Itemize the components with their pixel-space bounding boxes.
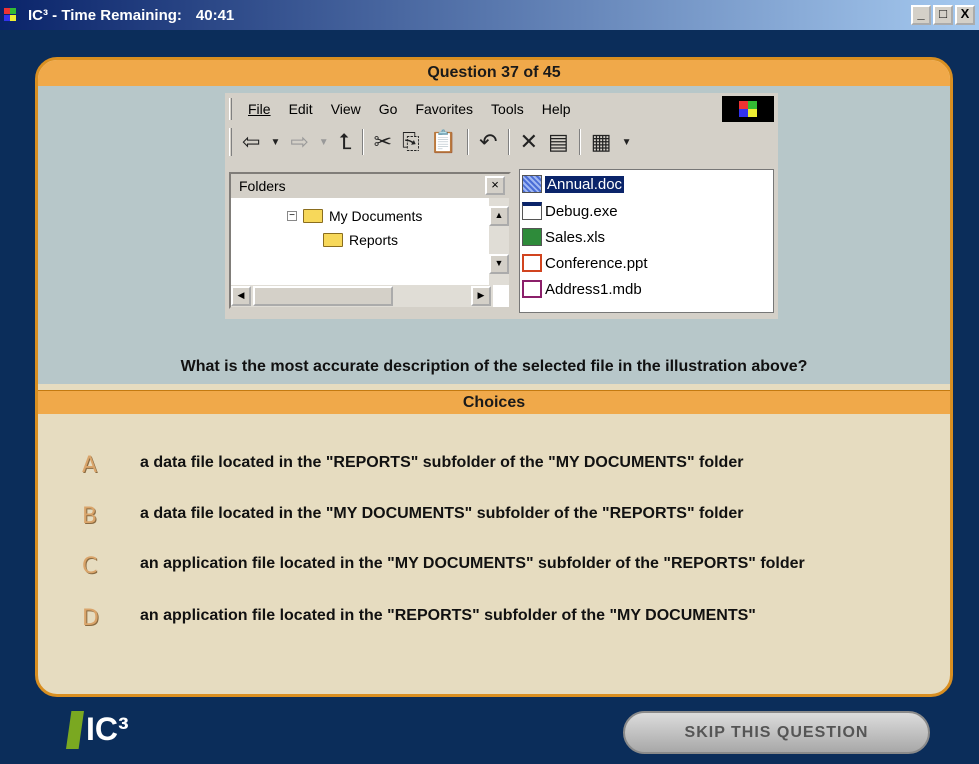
choice-letter: D — [82, 606, 99, 631]
views-dropdown-icon: ▼ — [621, 136, 632, 148]
explorer-toolbar: ⇦ ▼ ⇨ ▼ ⮤ ✂ ⎘ 📋 ↶ ✕ ▤ ▦ ▼ — [229, 125, 642, 159]
window-controls: _ □ X — [911, 5, 975, 25]
menu-go: Go — [378, 101, 398, 117]
horizontal-scrollbar: ◀ ▶ — [231, 285, 493, 307]
file-name: Conference.ppt — [545, 254, 648, 272]
ic3-logo: IC³ — [66, 707, 136, 751]
menu-view: View — [330, 101, 361, 117]
cut-icon: ✂ — [373, 129, 393, 154]
spreadsheet-icon — [522, 228, 542, 246]
skip-question-button[interactable]: SKIP THIS QUESTION — [623, 711, 930, 754]
choice-letter: A — [82, 453, 98, 478]
copy-icon: ⎘ — [402, 129, 420, 154]
question-text: What is the most accurate description of… — [180, 358, 808, 375]
scroll-down-icon: ▼ — [489, 254, 509, 274]
app-icon — [4, 6, 26, 24]
explorer-menubar: File Edit View Go Favorites Tools Help — [229, 95, 589, 123]
application-icon — [522, 202, 542, 220]
tree-label: Reports — [349, 232, 399, 248]
up-folder-icon: ⮤ — [338, 129, 352, 154]
file-list: Annual.doc Debug.exe Sales.xls Conferenc… — [519, 169, 774, 313]
document-icon — [522, 175, 542, 193]
folders-pane-title: Folders — [231, 174, 509, 198]
back-icon: ⇦ — [242, 129, 261, 154]
scroll-left-icon: ◀ — [231, 286, 251, 306]
window-title: IC³ - Time Remaining: — [28, 6, 182, 24]
properties-icon: ▤ — [548, 129, 569, 154]
close-button[interactable]: X — [955, 5, 975, 25]
menu-tools: Tools — [491, 101, 524, 117]
window-titlebar: IC³ - Time Remaining: 40:41 _ □ X — [0, 0, 979, 30]
presentation-icon — [522, 254, 542, 272]
back-dropdown-icon: ▼ — [270, 136, 281, 148]
choice-text: an application file located in the "REPO… — [140, 607, 756, 624]
file-name: Sales.xls — [545, 228, 606, 246]
vertical-scrollbar: ▲ ▼ — [489, 198, 509, 285]
file-item-annual-doc: Annual.doc — [522, 173, 625, 195]
views-icon: ▦ — [590, 129, 612, 154]
database-icon — [522, 280, 542, 298]
menu-edit: Edit — [288, 101, 313, 117]
paste-icon: 📋 — [429, 129, 458, 154]
folders-pane: Folders × − My Documents Reports ▲ ▼ ◀ ▶ — [229, 172, 511, 309]
choice-a[interactable]: A a data file located in the "REPORTS" s… — [82, 453, 922, 478]
folder-icon — [323, 233, 343, 247]
forward-icon: ⇨ — [290, 129, 309, 154]
choice-text: a data file located in the "MY DOCUMENTS… — [140, 505, 744, 522]
choice-text: a data file located in the "REPORTS" sub… — [140, 454, 744, 471]
question-header: Question 37 of 45 — [38, 60, 950, 86]
tree-item-my-documents: − My Documents — [287, 208, 422, 224]
time-remaining: 40:41 — [195, 6, 235, 24]
question-panel: Question 37 of 45 File Edit View Go Favo… — [35, 57, 953, 697]
maximize-button[interactable]: □ — [933, 5, 953, 25]
folders-close-icon: × — [485, 176, 505, 195]
folder-open-icon — [303, 209, 323, 223]
toolbar-separator — [578, 129, 581, 155]
forward-dropdown-icon: ▼ — [318, 136, 329, 148]
choice-letter: B — [82, 504, 98, 529]
menubar-grip — [229, 98, 232, 120]
scroll-right-icon: ▶ — [471, 286, 491, 306]
scroll-up-icon: ▲ — [489, 206, 509, 226]
logo-text: IC³ — [86, 711, 129, 747]
windows-logo-icon — [722, 96, 774, 122]
explorer-illustration: File Edit View Go Favorites Tools Help ⇦… — [225, 93, 778, 319]
file-name: Debug.exe — [545, 202, 618, 220]
file-name: Annual.doc — [545, 175, 625, 193]
file-item-sales-xls: Sales.xls — [522, 226, 605, 248]
file-item-conference-ppt: Conference.ppt — [522, 252, 648, 274]
tree-label: My Documents — [329, 208, 423, 224]
delete-icon: ✕ — [519, 129, 538, 154]
toolbar-separator — [361, 129, 364, 155]
toolbar-separator — [507, 129, 510, 155]
choice-c[interactable]: C an application file located in the "MY… — [82, 554, 922, 579]
menu-favorites: Favorites — [415, 101, 474, 117]
tree-item-reports: Reports — [323, 232, 398, 248]
file-name: Address1.mdb — [545, 280, 642, 298]
toolbar-grip — [229, 128, 232, 156]
choice-b[interactable]: B a data file located in the "MY DOCUMEN… — [82, 504, 922, 529]
scroll-thumb — [253, 286, 393, 306]
folders-label: Folders — [239, 178, 286, 194]
choice-letter: C — [82, 554, 98, 579]
file-item-address1-mdb: Address1.mdb — [522, 278, 642, 300]
menu-file: File — [248, 101, 271, 117]
choice-d[interactable]: D an application file located in the "RE… — [82, 606, 922, 631]
question-area: File Edit View Go Favorites Tools Help ⇦… — [38, 86, 950, 384]
file-item-debug-exe: Debug.exe — [522, 200, 618, 222]
menu-help: Help — [541, 101, 571, 117]
logo-mark — [66, 711, 84, 749]
minimize-button[interactable]: _ — [911, 5, 931, 25]
choices-header: Choices — [38, 390, 950, 414]
undo-icon: ↶ — [479, 129, 498, 154]
collapse-icon: − — [287, 211, 297, 221]
choice-text: an application file located in the "MY D… — [140, 555, 805, 572]
toolbar-separator — [467, 129, 470, 155]
